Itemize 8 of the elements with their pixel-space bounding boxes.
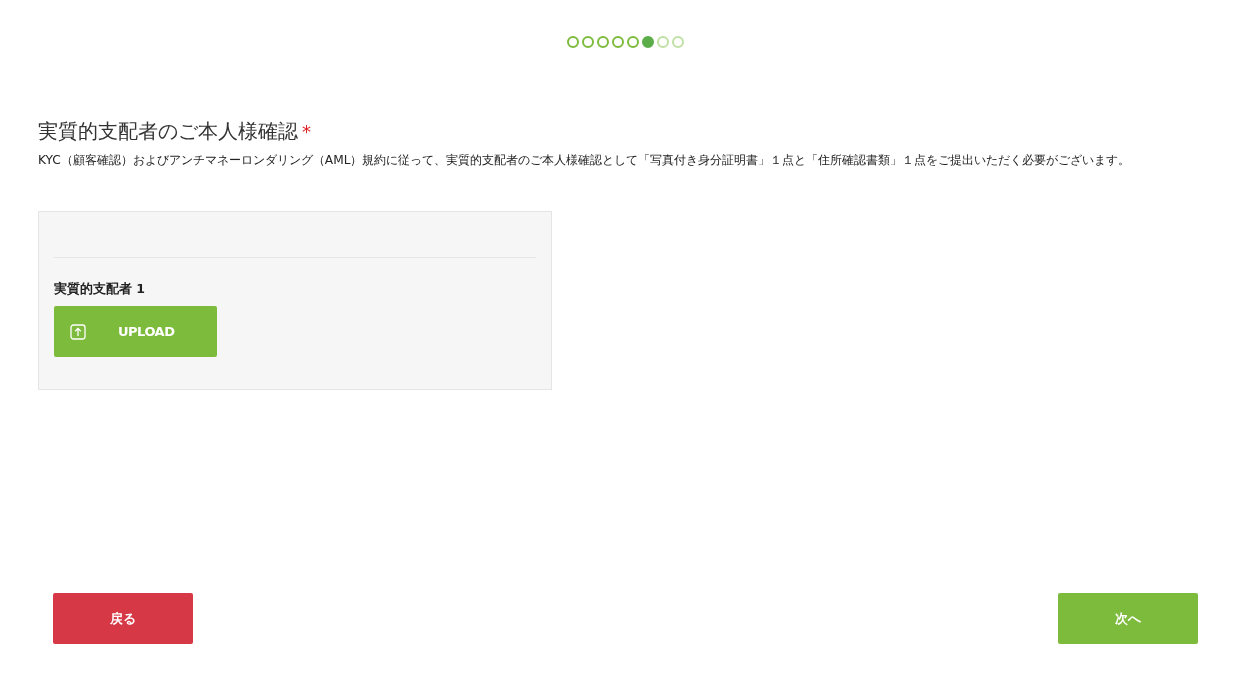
back-button[interactable]: 戻る: [53, 593, 193, 644]
owner-label: 実質的支配者 1: [54, 281, 146, 298]
required-mark: *: [302, 121, 311, 142]
next-button[interactable]: 次へ: [1058, 593, 1198, 644]
upload-button[interactable]: UPLOAD: [54, 306, 217, 357]
upload-icon: [70, 323, 86, 340]
description-text: KYC（顧客確認）およびアンチマネーロンダリング（AML）規約に従って、実質的支配者のご本人様確認として「写真付き身分証明書」１点と「住所確認書類」１点をご提出いただく必要がございます。: [38, 153, 1132, 167]
section-title: 実質的支配者のご本人様確認: [38, 118, 298, 145]
